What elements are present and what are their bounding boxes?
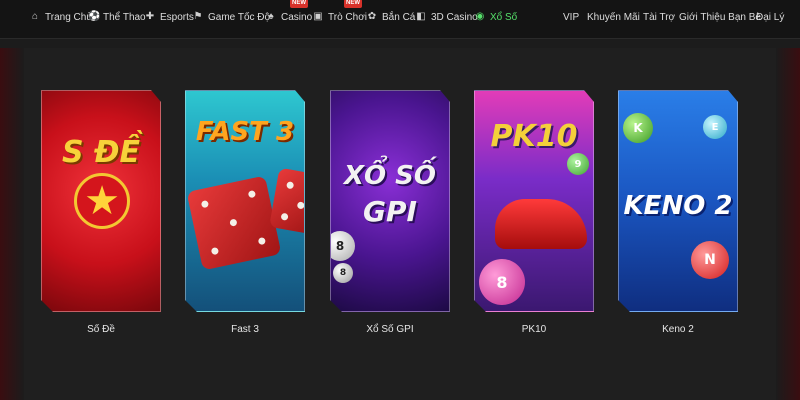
lottery-icon: ◉ [475, 11, 485, 22]
art-title: FAST 3 [195, 117, 295, 147]
nav-item-tro-choi[interactable]: ▣ Trò Chơi NEW [313, 0, 367, 34]
game-label: Số Đề [87, 324, 115, 335]
new-badge: NEW [344, 0, 362, 8]
lottery-ball-icon: 9 [567, 153, 589, 175]
lottery-ball-icon: 8 [479, 259, 525, 305]
nav-item-label: Thể Thao [103, 11, 146, 23]
nav-item-label: Game Tốc Độ [208, 11, 271, 23]
nav-item-esports[interactable]: ✚ Esports [145, 0, 194, 34]
left-backdrop [0, 48, 24, 400]
dice-icon [269, 167, 304, 235]
dice-icon [186, 175, 282, 271]
nav-item-label: Trò Chơi [328, 11, 367, 23]
star-icon: ★ [74, 173, 130, 229]
slot-machine-icon: ▣ [313, 11, 323, 22]
art-title: PK10 [490, 119, 578, 154]
fish-icon: ✿ [367, 11, 377, 22]
art-title: XỔ SỐ [343, 161, 437, 191]
nav-item-label: Bắn Cá [382, 11, 416, 23]
game-label: Keno 2 [662, 324, 694, 335]
game-label: Fast 3 [231, 324, 259, 335]
nav-item-label: Xổ Số [490, 11, 518, 23]
cards-icon: ♠ [268, 11, 274, 22]
art-title: S ĐỀ [62, 135, 140, 170]
game-label: PK10 [521, 324, 547, 335]
nav-item-label: 3D Casino [431, 11, 478, 23]
game-card-art: K E KENO 2 N [618, 90, 738, 312]
nav-item-xo-so[interactable]: ◉ Xổ Số [475, 0, 518, 34]
game-card-so-de[interactable]: S ĐỀ ★ [41, 90, 161, 312]
lottery-ball-icon: K [623, 113, 653, 143]
3d-cube-icon: ◧ [416, 11, 426, 22]
new-badge: NEW [290, 0, 308, 8]
nav-link-gioi-thieu-ban-be[interactable]: Giới Thiệu Bạn Bè [679, 0, 761, 34]
nav-item-label: Trang Chủ [45, 11, 92, 23]
lottery-ball-icon: 8 [331, 231, 355, 261]
gamepad-icon: ✚ [145, 11, 155, 22]
lottery-ball-icon: E [703, 115, 727, 139]
nav-link-dai-ly[interactable]: Đại Lý [756, 0, 784, 34]
nav-item-3d-casino[interactable]: ◧ 3D Casino [416, 0, 478, 34]
nav-item-game-toc-do[interactable]: ⚑ Game Tốc Độ [193, 0, 271, 34]
game-card-art: XỔ SỐ GPI 8 8 [330, 90, 450, 312]
soccer-ball-icon: ⚽ [88, 11, 101, 22]
game-card-art: PK10 8 9 [474, 90, 594, 312]
game-card-art: S ĐỀ ★ [41, 90, 161, 312]
home-icon: ⌂ [31, 11, 39, 22]
nav-link-tai-tro[interactable]: Tài Trợ [643, 0, 675, 34]
nav-item-label: Esports [160, 11, 194, 23]
game-label: Xổ Số GPI [366, 324, 414, 335]
nav-item-trang-chu[interactable]: ⌂ Trang Chủ [30, 0, 92, 34]
game-card-fast-3[interactable]: FAST 3 [185, 90, 305, 312]
nav-link-vip[interactable]: VIP [563, 0, 579, 34]
art-title: KENO 2 [623, 191, 733, 221]
right-backdrop [776, 48, 800, 400]
nav-item-label: Casino [281, 11, 313, 23]
lottery-ball-icon: N [691, 241, 729, 279]
lottery-ball-icon: 8 [333, 263, 353, 283]
top-nav-bar: ⌂ Trang Chủ ⚽ Thể Thao ✚ Esports ⚑ Game … [0, 0, 800, 39]
game-card-art: FAST 3 [185, 90, 305, 312]
art-subtitle: GPI [363, 195, 417, 228]
game-card-xo-so-gpi[interactable]: XỔ SỐ GPI 8 8 [330, 90, 450, 312]
joystick-icon: ⚑ [193, 11, 203, 22]
game-card-pk10[interactable]: PK10 8 9 [474, 90, 594, 312]
game-card-keno-2[interactable]: K E KENO 2 N [618, 90, 738, 312]
nav-item-casino[interactable]: ♠ Casino NEW [266, 0, 312, 34]
nav-link-khuyen-mai[interactable]: Khuyến Mãi [587, 0, 640, 34]
nav-item-the-thao[interactable]: ⚽ Thể Thao [88, 0, 146, 34]
race-car-icon [495, 199, 587, 249]
nav-item-ban-ca[interactable]: ✿ Bắn Cá [367, 0, 416, 34]
